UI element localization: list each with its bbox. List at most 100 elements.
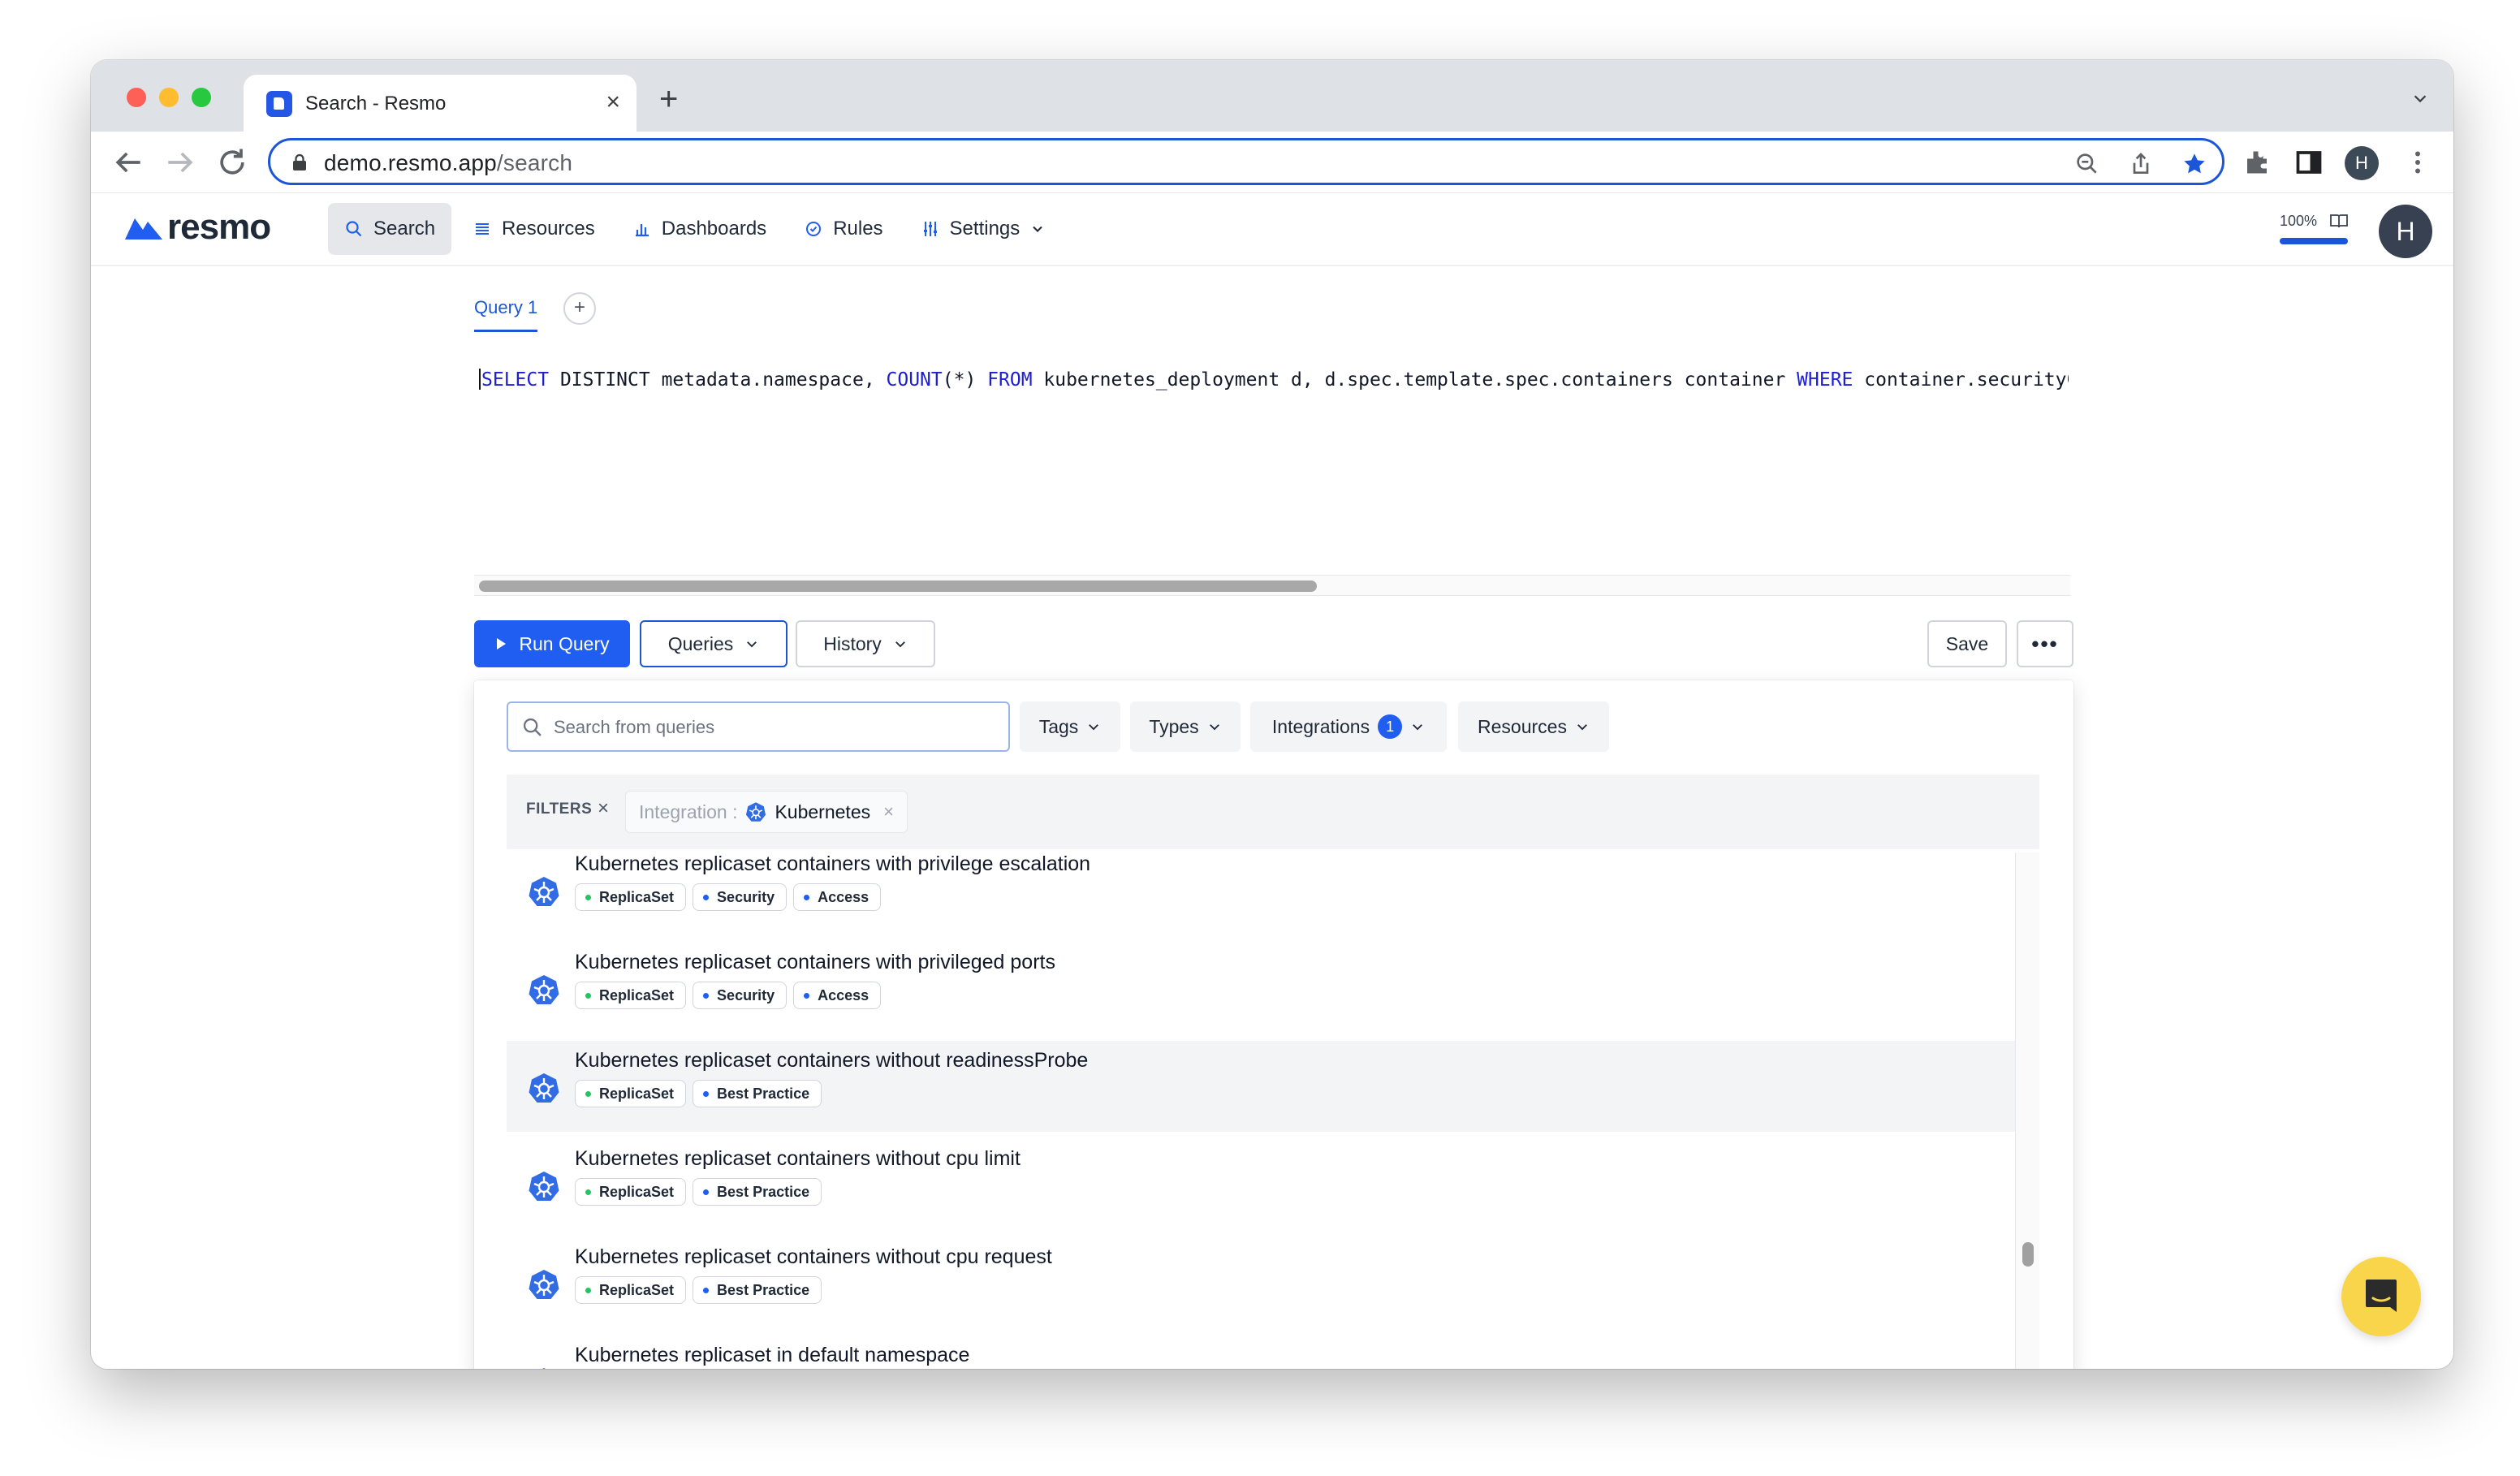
tab-query-1[interactable]: Query 1 — [474, 297, 538, 332]
browser-profile-avatar[interactable]: H — [2345, 146, 2379, 180]
sql-text: (*) — [942, 369, 988, 391]
query-result-tags: ReplicaSet Best Practice — [575, 1080, 822, 1107]
nav-item-settings[interactable]: Settings — [904, 203, 1063, 255]
nav-item-rules[interactable]: Rules — [788, 203, 899, 255]
clear-filters-icon[interactable]: × — [598, 797, 609, 820]
nav-item-label: Rules — [833, 218, 883, 240]
query-search-field[interactable] — [507, 701, 1010, 752]
tag-dot-icon — [585, 1189, 591, 1195]
query-result-row[interactable]: Kubernetes replicaset containers with pr… — [507, 852, 2015, 935]
search-icon — [346, 221, 362, 237]
query-result-title: Kubernetes replicaset containers without… — [575, 1049, 1089, 1072]
browser-menu-kebab-icon[interactable] — [2403, 148, 2432, 177]
reload-icon[interactable] — [214, 145, 250, 180]
queries-dropdown-button[interactable]: Queries — [640, 620, 788, 667]
chevron-down-icon — [1577, 724, 1587, 731]
remove-chip-icon[interactable]: × — [883, 801, 894, 822]
run-query-button[interactable]: Run Query — [474, 620, 630, 667]
forward-arrow-icon[interactable] — [162, 145, 198, 180]
query-search-input[interactable] — [554, 713, 992, 742]
filters-label: FILTERS — [526, 801, 593, 818]
nav-item-dashboards[interactable]: Dashboards — [616, 203, 783, 255]
query-result-tags: ReplicaSet Security Access — [575, 982, 882, 1009]
play-icon — [497, 638, 507, 650]
query-result-title: Kubernetes replicaset containers without… — [575, 1245, 1052, 1268]
resources-filter-button[interactable]: Resources — [1458, 701, 1609, 752]
user-avatar[interactable]: H — [2379, 205, 2432, 258]
kubernetes-icon — [529, 877, 559, 906]
tag-badge: Access — [793, 982, 882, 1009]
tag-badge: Access — [793, 883, 882, 911]
scrollbar-thumb[interactable] — [2022, 1242, 2034, 1267]
search-icon — [523, 718, 542, 736]
scrollbar-thumb[interactable] — [479, 580, 1317, 592]
sql-keyword: SELECT — [481, 369, 550, 391]
sql-text: kubernetes_deployment d, d.spec.template… — [1032, 369, 1797, 391]
nav-item-resources[interactable]: Resources — [456, 203, 611, 255]
types-filter-button[interactable]: Types — [1130, 701, 1241, 752]
history-label: History — [823, 632, 882, 654]
tag-badge: ReplicaSet — [575, 982, 687, 1009]
side-panel-icon[interactable] — [2294, 148, 2324, 177]
tag-badge: Best Practice — [693, 1276, 822, 1304]
tag-label: Access — [818, 888, 869, 905]
add-query-tab-button[interactable]: + — [563, 292, 596, 325]
tag-label: Best Practice — [717, 1085, 810, 1102]
address-bar[interactable]: demo.resmo.app/search — [268, 138, 2224, 185]
editor-horizontal-scrollbar[interactable] — [474, 575, 2070, 596]
sliders-icon — [923, 222, 937, 236]
sql-text: DISTINCT metadata.namespace, — [549, 369, 887, 391]
browser-tab[interactable]: Search - Resmo × — [244, 75, 636, 132]
tab-close-icon[interactable]: × — [606, 88, 620, 116]
tag-label: ReplicaSet — [599, 1183, 675, 1200]
resmo-logo[interactable]: resmo — [123, 207, 271, 247]
chevron-down-icon — [1089, 724, 1099, 731]
tab-strip: Search - Resmo × + — [91, 60, 2453, 132]
tab-search-chevron-icon[interactable] — [2411, 89, 2429, 107]
tag-label: Security — [717, 986, 775, 1003]
sql-editor[interactable]: SELECT DISTINCT metadata.namespace, COUN… — [479, 369, 2069, 391]
back-arrow-icon[interactable] — [110, 145, 146, 180]
minimize-window-button[interactable] — [159, 88, 179, 107]
query-result-row[interactable]: Kubernetes replicaset containers with pr… — [507, 943, 2015, 1034]
query-result-row[interactable]: Kubernetes replicaset containers without… — [507, 1237, 2015, 1328]
query-result-row[interactable]: Kubernetes replicaset containers without… — [507, 1041, 2015, 1132]
resmo-logo-mark-icon — [125, 218, 162, 240]
run-query-label: Run Query — [519, 632, 610, 654]
share-icon[interactable] — [2128, 151, 2154, 177]
tag-dot-icon — [703, 1287, 710, 1293]
tag-dot-icon — [585, 1287, 591, 1293]
history-dropdown-button[interactable]: History — [796, 620, 935, 667]
resources-filter-label: Resources — [1478, 715, 1567, 737]
nav-item-search[interactable]: Search — [328, 203, 452, 255]
tag-dot-icon — [703, 894, 710, 900]
chevron-down-icon — [1033, 226, 1043, 232]
tag-label: Access — [818, 986, 869, 1003]
book-icon — [2330, 214, 2348, 228]
integration-filter-chip: Integration : Kubernetes × — [625, 791, 908, 833]
main-nav: Search Resources Dashboards Rules Settin… — [328, 203, 1062, 255]
sql-keyword: COUNT — [886, 369, 943, 391]
tag-label: Security — [717, 888, 775, 905]
more-options-button[interactable]: ••• — [2017, 620, 2073, 667]
bookmark-star-icon[interactable] — [2181, 151, 2207, 177]
new-tab-button[interactable]: + — [659, 83, 678, 115]
logo-text: resmo — [167, 207, 271, 247]
save-button[interactable]: Save — [1927, 620, 2007, 667]
kubernetes-icon — [542, 1368, 546, 1369]
browser-toolbar: demo.resmo.app/search H — [91, 132, 2453, 193]
query-result-title: Kubernetes replicaset in default namespa… — [575, 1344, 970, 1366]
chip-value: Kubernetes — [775, 801, 871, 822]
query-result-row[interactable]: Kubernetes replicaset containers without… — [507, 1139, 2015, 1230]
integrations-filter-button[interactable]: Integrations 1 — [1250, 701, 1447, 752]
zoom-indicator[interactable]: 100% — [2280, 213, 2353, 244]
results-vertical-scrollbar[interactable] — [2015, 852, 2039, 1369]
zoom-magnifier-icon[interactable] — [2074, 151, 2100, 177]
query-result-row[interactable]: Kubernetes replicaset in default namespa… — [507, 1336, 2015, 1369]
chat-widget-button[interactable] — [2341, 1257, 2421, 1336]
extensions-puzzle-icon[interactable] — [2242, 148, 2272, 177]
close-window-button[interactable] — [127, 88, 146, 107]
maximize-window-button[interactable] — [192, 88, 211, 107]
tag-dot-icon — [804, 992, 810, 999]
tags-filter-button[interactable]: Tags — [1020, 701, 1120, 752]
